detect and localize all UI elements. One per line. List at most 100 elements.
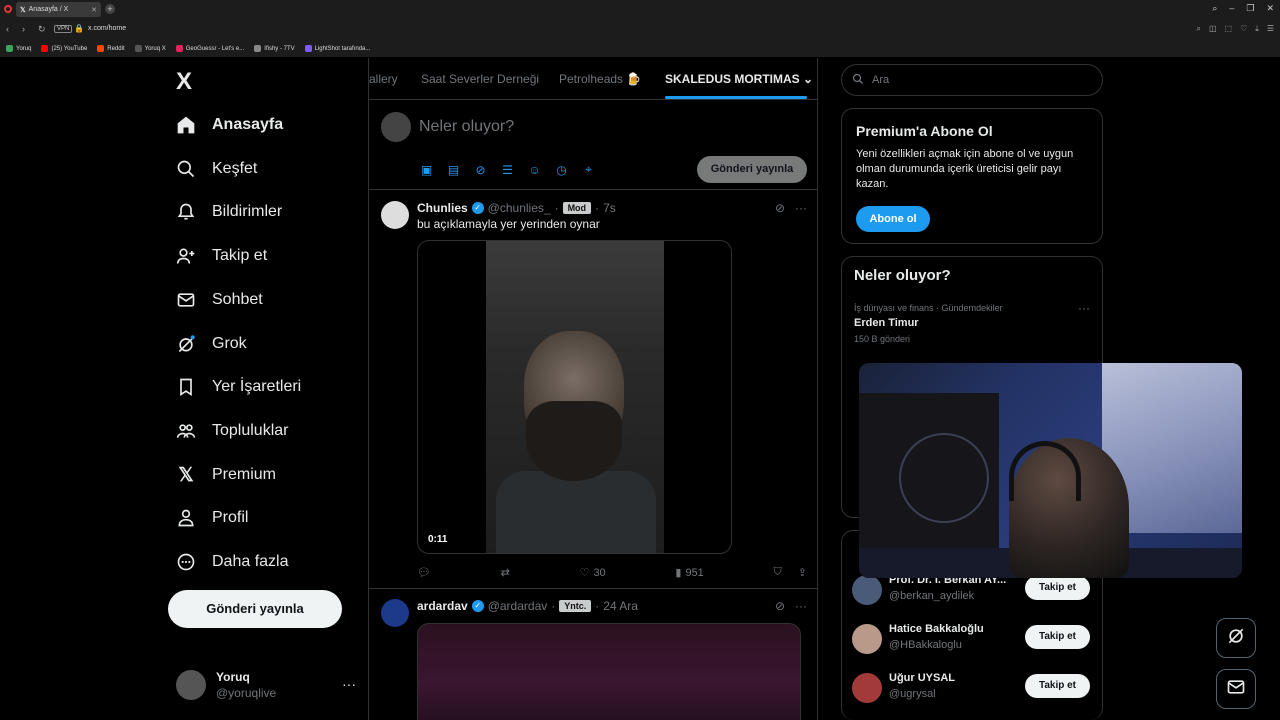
follow-suggestion[interactable]: Prof. Dr. I. Berkan AY... @berkan_aydile… bbox=[852, 573, 1092, 609]
emoji-icon[interactable]: ☺ bbox=[527, 162, 542, 177]
follow-suggestion[interactable]: Uğur UYSAL @ugrysal Takip et bbox=[852, 671, 1092, 707]
nav-home[interactable]: Anasayfa bbox=[176, 115, 283, 135]
nav-notifications[interactable]: Bildirimler bbox=[176, 202, 282, 222]
bookmark-page-icon[interactable]: ♡ bbox=[1240, 24, 1247, 34]
bookmark-item[interactable]: Yoruq bbox=[6, 45, 31, 52]
x-logo-icon[interactable]: X bbox=[176, 68, 192, 96]
new-tab-icon[interactable]: + bbox=[105, 4, 115, 14]
tweet-author[interactable]: Chunlies bbox=[417, 201, 468, 215]
avatar[interactable] bbox=[381, 599, 409, 627]
follow-button[interactable]: Takip et bbox=[1025, 625, 1090, 649]
nav-more[interactable]: Daha fazla bbox=[176, 552, 289, 572]
url-field[interactable]: x.com/home bbox=[88, 25, 126, 32]
tweet-author[interactable]: ardardav bbox=[417, 599, 468, 613]
retweet-button[interactable]: ⇄ bbox=[501, 566, 510, 579]
nav-grok[interactable]: Grok bbox=[176, 334, 247, 354]
grok-icon[interactable]: ⊘ bbox=[775, 599, 785, 613]
minimize-icon[interactable]: – bbox=[1229, 3, 1234, 14]
account-switcher[interactable]: Yoruq @yoruqlive ··· bbox=[176, 668, 356, 704]
tab-skaledus[interactable]: SKALEDUS MORTIMAS ⌄ bbox=[665, 72, 813, 86]
follow-button[interactable]: Takip et bbox=[1025, 576, 1090, 600]
webcam-poster bbox=[899, 433, 989, 523]
grok-icon[interactable]: ⊘ bbox=[473, 162, 488, 177]
schedule-icon[interactable]: ◷ bbox=[554, 162, 569, 177]
nav-explore[interactable]: Keşfet bbox=[176, 159, 257, 179]
share-icon[interactable]: ⇪ bbox=[798, 566, 807, 579]
avatar[interactable] bbox=[852, 624, 882, 654]
bookmark-button[interactable]: ⛉ ⇪ bbox=[773, 566, 806, 579]
tab-petrolheads[interactable]: Petrolheads 🍺 bbox=[559, 72, 641, 86]
like-button[interactable]: ♡ 30 bbox=[580, 566, 606, 580]
poll-icon[interactable]: ☰ bbox=[500, 162, 515, 177]
follow-suggestion[interactable]: Hatice Bakkaloğlu @HBakkaloglu Takip et bbox=[852, 622, 1092, 658]
compose-post-button[interactable]: Gönderi yayınla bbox=[697, 156, 807, 183]
bookmark-item[interactable]: Reddit bbox=[97, 45, 125, 52]
avatar[interactable] bbox=[852, 575, 882, 605]
browser-logo-icon[interactable] bbox=[4, 5, 12, 13]
image-icon[interactable]: ▣ bbox=[419, 162, 434, 177]
tweet[interactable]: Chunlies ✓ @chunlies_ · Mod · 7s ⊘ ··· b… bbox=[369, 191, 817, 589]
compose-input[interactable]: Neler oluyor? bbox=[419, 118, 514, 136]
close-tab-icon[interactable]: ✕ bbox=[91, 6, 97, 14]
more-dots-icon[interactable]: ··· bbox=[795, 201, 807, 215]
tab-saat-severler[interactable]: Saat Severler Derneği bbox=[421, 72, 539, 86]
location-icon[interactable]: ⌖ bbox=[581, 162, 596, 177]
reply-button[interactable]: 💬︎ bbox=[417, 566, 431, 579]
tweet-handle[interactable]: @chunlies_ bbox=[488, 201, 551, 215]
messages-fab[interactable] bbox=[1216, 669, 1256, 709]
reload-icon[interactable]: ↻ bbox=[38, 24, 46, 35]
bookmark-item[interactable]: LightShot tarafında... bbox=[304, 45, 370, 52]
nav-communities[interactable]: Topluluklar bbox=[176, 421, 288, 441]
lock-icon[interactable]: 🔒 bbox=[74, 24, 84, 33]
more-dots-icon[interactable]: ··· bbox=[342, 676, 356, 692]
more-dots-icon[interactable]: ··· bbox=[795, 599, 807, 613]
tweet-video[interactable]: 0:11 bbox=[417, 240, 732, 554]
grok-icon[interactable]: ⊘ bbox=[775, 201, 785, 215]
follow-button[interactable]: Takip et bbox=[1025, 674, 1090, 698]
suggestion-name[interactable]: Uğur UYSAL bbox=[889, 672, 955, 684]
avatar[interactable] bbox=[852, 673, 882, 703]
nav-premium[interactable]: 𝕏 Premium bbox=[176, 465, 276, 486]
menu-icon[interactable]: ☰ bbox=[1267, 24, 1274, 34]
home-icon bbox=[176, 115, 196, 135]
forward-icon[interactable]: › bbox=[22, 24, 25, 34]
bookmark-item[interactable]: Ifishy - 7TV bbox=[254, 45, 295, 52]
vpn-badge[interactable]: VPN bbox=[54, 25, 73, 33]
tweet[interactable]: ardardav ✓ @ardardav · Yntc. · 24 Ara ⊘ … bbox=[369, 589, 817, 720]
suggestion-handle[interactable]: @ugrysal bbox=[889, 688, 936, 700]
tweet-handle[interactable]: @ardardav bbox=[488, 599, 548, 613]
grok-fab[interactable] bbox=[1216, 618, 1256, 658]
maximize-icon[interactable]: ❐ bbox=[1246, 3, 1254, 14]
suggestion-handle[interactable]: @HBakkaloglu bbox=[889, 639, 962, 651]
back-icon[interactable]: ‹ bbox=[6, 24, 9, 34]
search-tabs-icon[interactable]: ⌕ bbox=[1212, 3, 1217, 14]
snapshot-icon[interactable]: ◫ bbox=[1209, 24, 1217, 34]
gif-icon[interactable]: ▤ bbox=[446, 162, 461, 177]
download-icon[interactable]: ⤓ bbox=[1255, 24, 1259, 34]
tweet-time[interactable]: 24 Ara bbox=[603, 599, 638, 613]
subscribe-button[interactable]: Abone ol bbox=[856, 206, 930, 232]
tweet-time[interactable]: 7s bbox=[603, 201, 616, 215]
tab-gallery[interactable]: allery bbox=[369, 72, 398, 86]
nav-profile[interactable]: Profil bbox=[176, 508, 248, 528]
suggestion-name[interactable]: Hatice Bakkaloğlu bbox=[889, 623, 984, 635]
trend-name[interactable]: Erden Timur bbox=[854, 317, 919, 329]
tweet-video[interactable] bbox=[417, 623, 801, 720]
zoom-icon[interactable]: ⌕ bbox=[1197, 24, 1201, 34]
avatar[interactable] bbox=[381, 201, 409, 229]
post-button[interactable]: Gönderi yayınla bbox=[168, 590, 342, 628]
extensions-icon[interactable]: ⬚ bbox=[1225, 24, 1233, 34]
nav-bookmarks[interactable]: Yer İşaretleri bbox=[176, 377, 301, 397]
browser-tab[interactable]: 𝕏 Anasayfa / X ✕ bbox=[16, 2, 101, 17]
suggestion-handle[interactable]: @berkan_aydilek bbox=[889, 590, 974, 602]
nav-chat[interactable]: Sohbet bbox=[176, 290, 263, 310]
bookmark-item[interactable]: Yoruq X bbox=[134, 45, 166, 52]
views-button[interactable]: ▮ 951 bbox=[675, 566, 703, 580]
bookmark-item[interactable]: GeoGuessr - Let's e... bbox=[175, 45, 244, 52]
bookmark-item[interactable]: (25) YouTube bbox=[41, 45, 87, 52]
more-dots-icon[interactable]: ··· bbox=[1078, 301, 1090, 315]
composer: Neler oluyor? ▣ ▤ ⊘ ☰ ☺ ◷ ⌖ Gönderi yayı… bbox=[369, 100, 817, 190]
nav-follow[interactable]: Takip et bbox=[176, 246, 267, 266]
close-window-icon[interactable]: ✕ bbox=[1266, 3, 1274, 14]
search-input[interactable]: Ara bbox=[841, 64, 1103, 96]
